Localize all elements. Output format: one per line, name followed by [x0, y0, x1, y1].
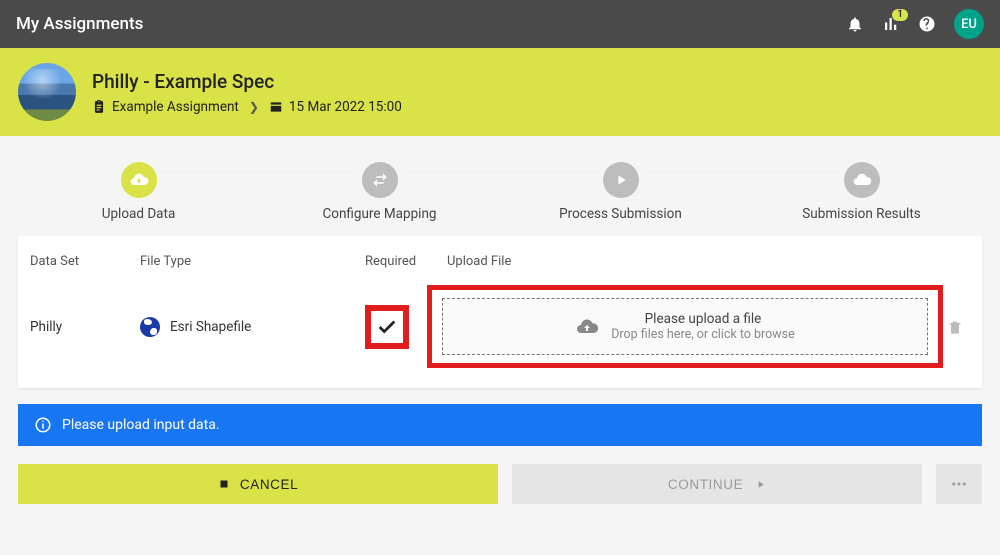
check-icon [376, 316, 398, 338]
breadcrumb-date: 15 Mar 2022 15:00 [269, 99, 402, 115]
dropzone-title: Please upload a file [611, 311, 795, 327]
cloud-icon [844, 162, 880, 198]
cell-upload: Please upload a file Drop files here, or… [435, 285, 935, 368]
breadcrumb-assignment[interactable]: Example Assignment [92, 99, 239, 115]
continue-button[interactable]: CONTINUE [512, 464, 922, 504]
stepper: Upload Data Configure Mapping Process Su… [18, 154, 982, 236]
breadcrumb: Example Assignment ❯ 15 Mar 2022 15:00 [92, 99, 402, 115]
step-process-submission[interactable]: Process Submission [500, 162, 741, 222]
dropzone-text: Please upload a file Drop files here, or… [611, 311, 795, 342]
spec-avatar-image [18, 63, 76, 121]
page-title: My Assignments [16, 14, 143, 34]
table-header-row: Data Set File Type Required Upload File [28, 254, 972, 283]
calendar-stats-icon [269, 100, 283, 114]
upload-card: Data Set File Type Required Upload File … [18, 236, 982, 388]
step-submission-results[interactable]: Submission Results [741, 162, 982, 222]
header-upload: Upload File [435, 254, 935, 269]
breadcrumb-date-label: 15 Mar 2022 15:00 [289, 99, 402, 115]
globe-icon [140, 317, 160, 337]
dropzone-subtitle: Drop files here, or click to browse [611, 327, 795, 342]
cell-dataset: Philly [30, 319, 140, 335]
step-label: Process Submission [500, 206, 741, 222]
spec-titles: Philly - Example Spec Example Assignment… [92, 70, 402, 115]
upload-highlight: Please upload a file Drop files here, or… [427, 285, 943, 368]
delete-row-button[interactable] [935, 319, 975, 335]
cell-filetype-label: Esri Shapefile [170, 319, 251, 335]
step-upload-data[interactable]: Upload Data [18, 162, 259, 222]
help-icon[interactable] [918, 15, 936, 33]
action-button-row: CANCEL CONTINUE [18, 464, 982, 504]
more-actions-button[interactable] [936, 464, 982, 504]
step-label: Upload Data [18, 206, 259, 222]
user-avatar[interactable]: EU [954, 9, 984, 39]
play-icon [755, 479, 766, 490]
content-area: Upload Data Configure Mapping Process Su… [0, 136, 1000, 504]
topbar-actions: 1 EU [846, 9, 984, 39]
continue-button-label: CONTINUE [668, 477, 743, 492]
chart-icon[interactable]: 1 [882, 15, 900, 33]
step-configure-mapping[interactable]: Configure Mapping [259, 162, 500, 222]
cloud-upload-icon [121, 162, 157, 198]
table-row: Philly Esri Shapefile Please up [28, 283, 972, 370]
breadcrumb-assignment-label: Example Assignment [112, 99, 239, 115]
spec-header: Philly - Example Spec Example Assignment… [0, 48, 1000, 136]
chevron-right-icon: ❯ [249, 100, 259, 114]
cell-filetype: Esri Shapefile [140, 317, 365, 337]
user-avatar-label: EU [961, 17, 977, 32]
topbar: My Assignments 1 EU [0, 0, 1000, 48]
step-label: Configure Mapping [259, 206, 500, 222]
bell-icon[interactable] [846, 15, 864, 33]
upload-dropzone[interactable]: Please upload a file Drop files here, or… [442, 298, 928, 355]
chart-badge: 1 [892, 9, 908, 21]
spec-title: Philly - Example Spec [92, 70, 402, 93]
header-dataset: Data Set [30, 254, 140, 269]
step-label: Submission Results [741, 206, 982, 222]
cloud-upload-icon [575, 315, 599, 339]
more-icon [950, 475, 968, 493]
alert-text: Please upload input data. [62, 417, 220, 433]
swap-icon [362, 162, 398, 198]
required-check-highlight [365, 305, 409, 349]
cancel-button-label: CANCEL [240, 477, 298, 492]
alert-banner: Please upload input data. [18, 404, 982, 446]
play-icon [603, 162, 639, 198]
header-filetype: File Type [140, 254, 365, 269]
cell-required [365, 305, 435, 349]
cancel-button[interactable]: CANCEL [18, 464, 498, 504]
header-required: Required [365, 254, 435, 269]
info-icon [34, 416, 52, 434]
clipboard-icon [92, 100, 106, 114]
stop-icon [218, 478, 230, 490]
